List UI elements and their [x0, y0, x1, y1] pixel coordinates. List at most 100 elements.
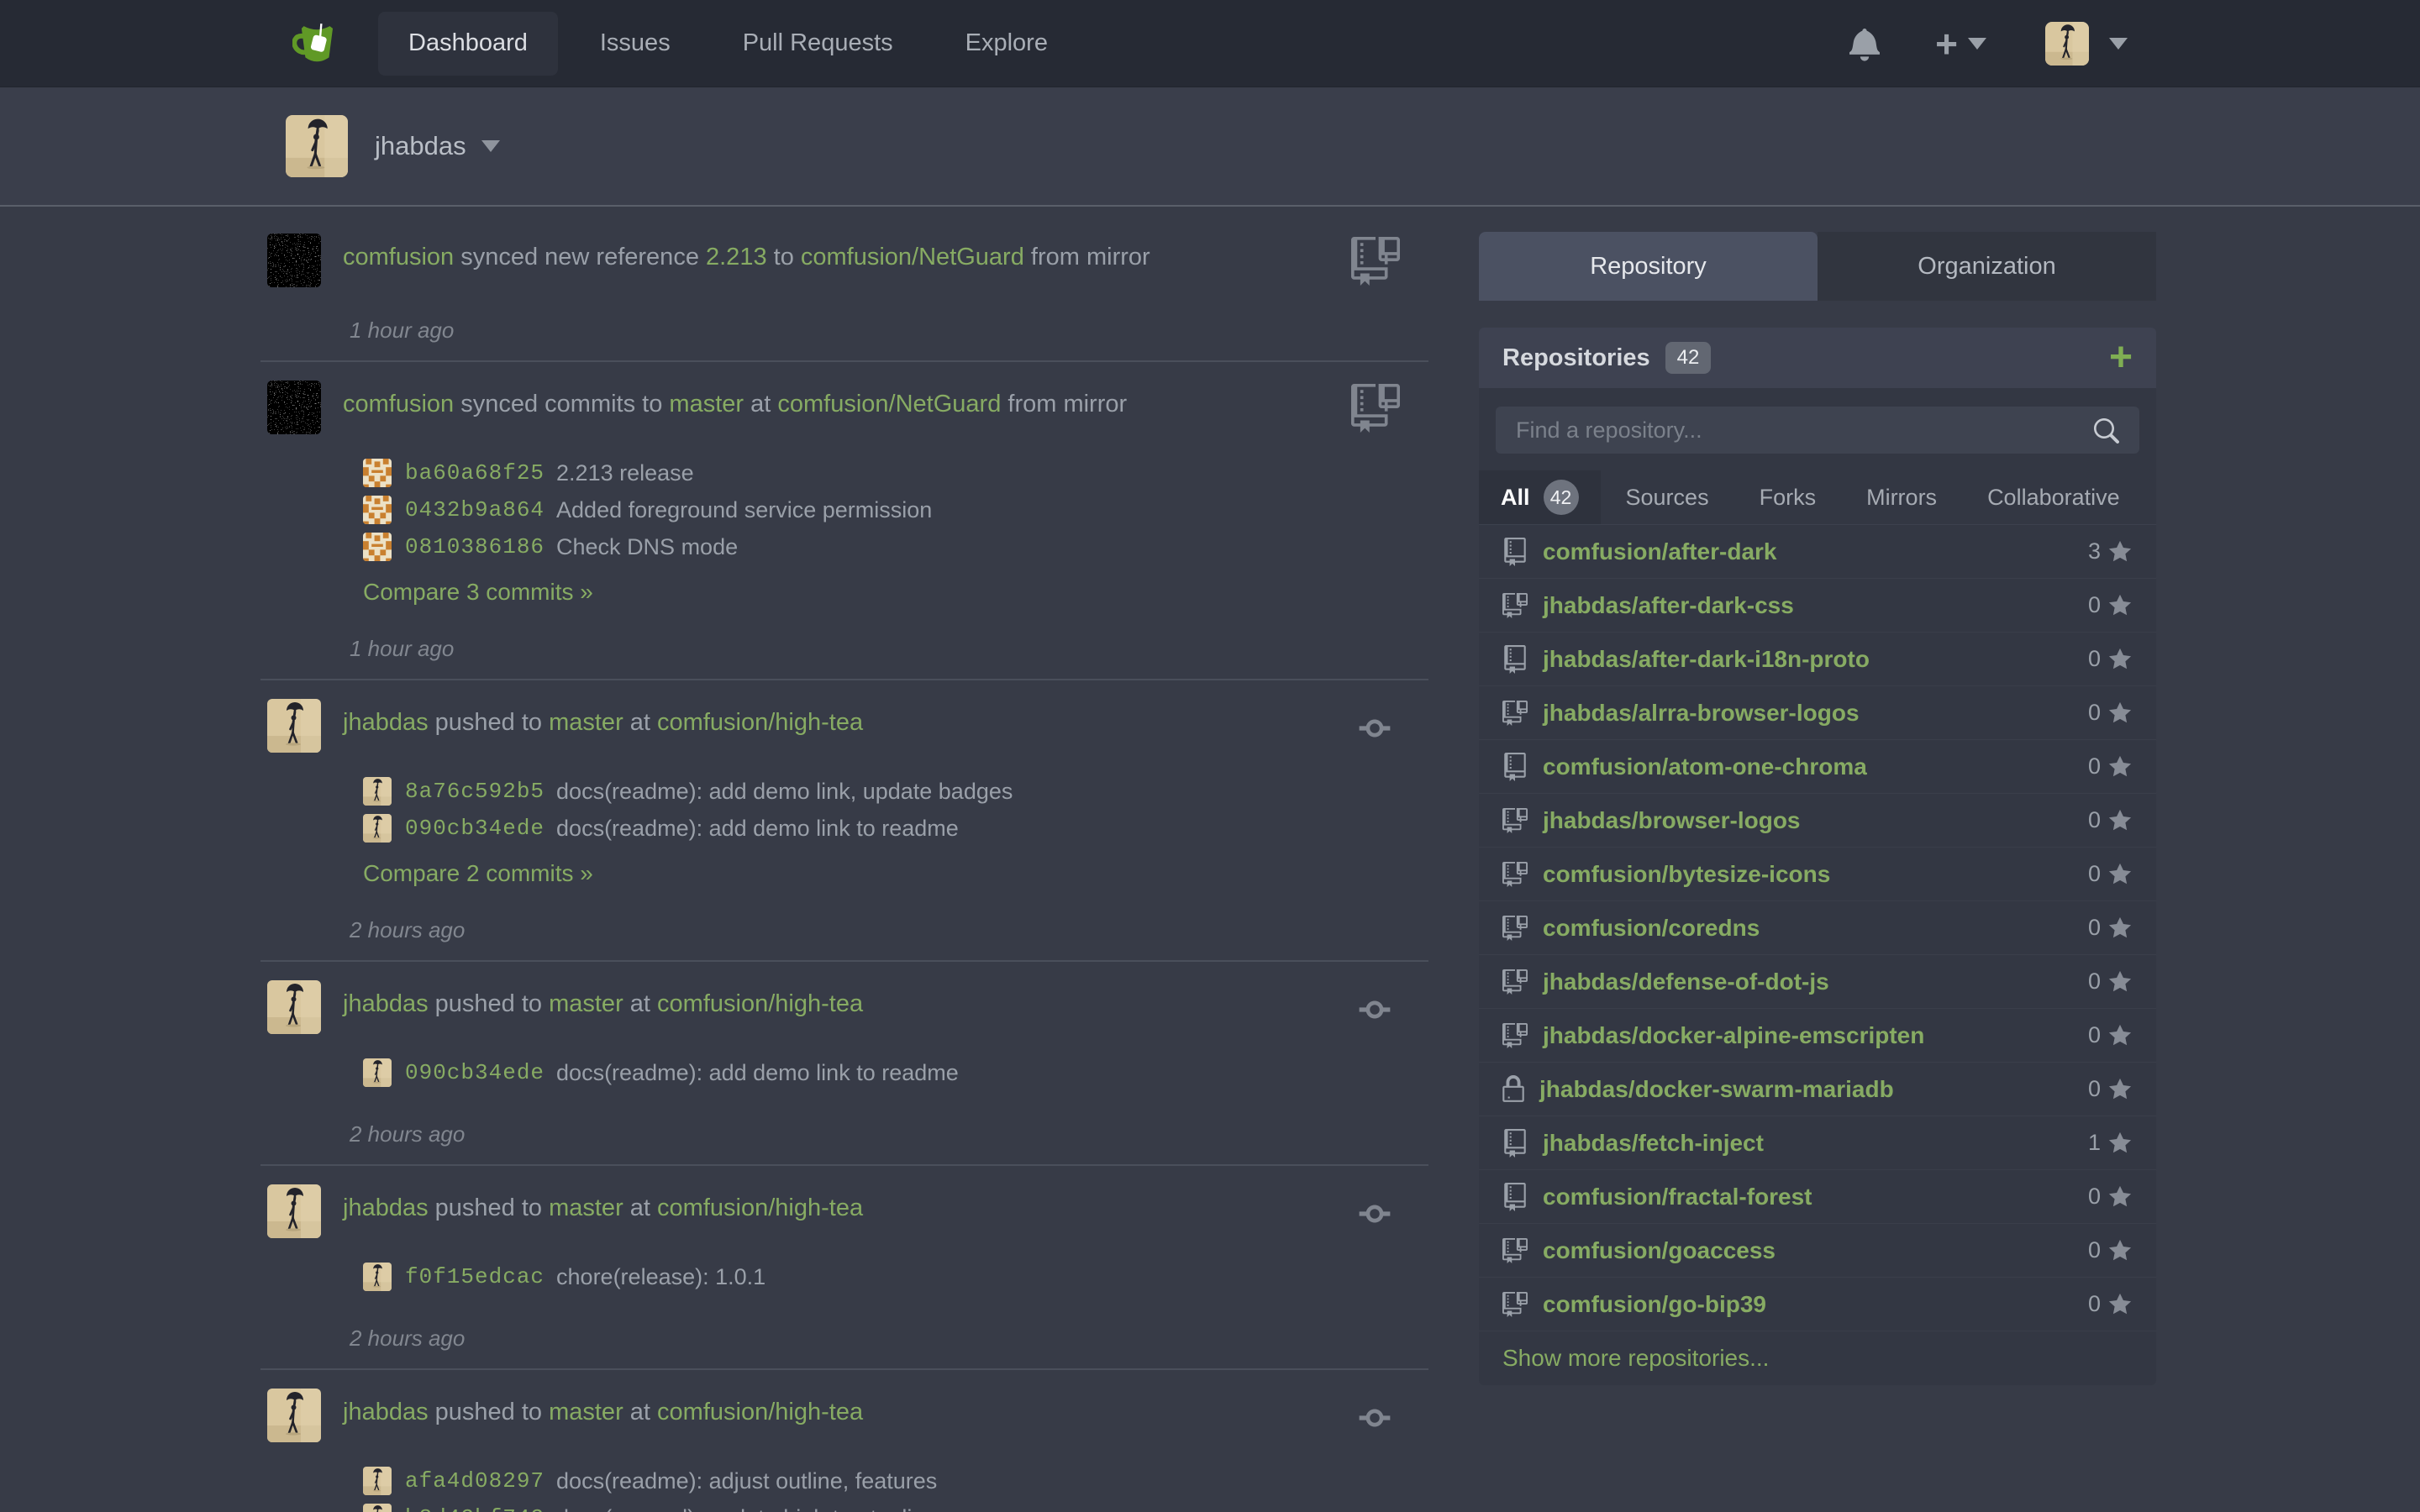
- notifications-bell-icon[interactable]: [1849, 26, 1880, 61]
- repo-name-link[interactable]: jhabdas/fetch-inject: [1543, 1130, 1764, 1157]
- commit-list: 090cb34ede docs(readme): add demo link t…: [363, 1054, 1428, 1091]
- page-content: comfusion synced new reference 2.213 to …: [0, 207, 2420, 1512]
- repo-stars: 0: [2088, 700, 2133, 726]
- gitea-logo-icon[interactable]: [292, 19, 341, 68]
- feed-link[interactable]: comfusion: [343, 391, 454, 417]
- user-menu-chevron-icon[interactable]: [2109, 38, 2128, 50]
- feed-link[interactable]: jhabdas: [343, 709, 429, 736]
- feed-link[interactable]: master: [549, 990, 623, 1017]
- filter-all[interactable]: All 42: [1479, 470, 1601, 524]
- repo-clone-icon: [1502, 591, 1528, 620]
- repo-name-link[interactable]: comfusion/go-bip39: [1543, 1291, 1766, 1318]
- feed-link[interactable]: jhabdas: [343, 1399, 429, 1425]
- committer-avatar: [363, 777, 392, 806]
- feed-type-icon: [1351, 235, 1400, 287]
- actor-avatar[interactable]: [267, 1184, 321, 1238]
- feed-link[interactable]: jhabdas: [343, 990, 429, 1017]
- repo-icon: [1502, 1129, 1528, 1158]
- repo-name-link[interactable]: jhabdas/browser-logos: [1543, 807, 1801, 834]
- repo-name-link[interactable]: comfusion/goaccess: [1543, 1237, 1776, 1264]
- feed-type-icon: [1351, 382, 1400, 434]
- repo-clone-icon: [1502, 806, 1528, 835]
- repo-name-link[interactable]: comfusion/coredns: [1543, 915, 1760, 942]
- actor-avatar[interactable]: [267, 980, 321, 1034]
- filter-mirrors[interactable]: Mirrors: [1841, 470, 1962, 524]
- commit-row: b8d42bf742 docs(general): update high te…: [363, 1499, 1428, 1512]
- filter-label: All: [1501, 485, 1530, 511]
- feed-link[interactable]: master: [549, 709, 623, 736]
- commit-sha-link[interactable]: 090cb34ede: [405, 1060, 544, 1085]
- feed-text: from mirror: [1001, 391, 1127, 417]
- tab-organization[interactable]: Organization: [1818, 232, 2156, 301]
- repositories-title: Repositories: [1502, 344, 1650, 372]
- repo-name-link[interactable]: jhabdas/after-dark-i18n-proto: [1543, 646, 1870, 673]
- repo-name-link[interactable]: jhabdas/alrra-browser-logos: [1543, 700, 1860, 727]
- filter-sources[interactable]: Sources: [1601, 470, 1734, 524]
- feed-link[interactable]: master: [549, 1194, 623, 1221]
- repositories-panel: Repositories 42 + All 42 Sources Forks M…: [1479, 328, 2156, 1385]
- feed-link[interactable]: comfusion/high-tea: [657, 1399, 863, 1425]
- actor-avatar[interactable]: [267, 381, 321, 434]
- commit-sha-link[interactable]: 0432b9a864: [405, 497, 544, 522]
- compare-commits-link[interactable]: Compare 2 commits »: [363, 860, 1428, 887]
- compare-commits-link[interactable]: Compare 3 commits »: [363, 579, 1428, 606]
- feed-link[interactable]: comfusion/NetGuard: [777, 391, 1001, 417]
- repo-name-link[interactable]: jhabdas/docker-swarm-mariadb: [1539, 1076, 1894, 1103]
- commit-sha-link[interactable]: b8d42bf742: [405, 1505, 544, 1512]
- commit-sha-link[interactable]: 8a76c592b5: [405, 779, 544, 804]
- commit-row: f0f15edcac chore(release): 1.0.1: [363, 1258, 1428, 1295]
- filter-collaborative[interactable]: Collaborative: [1962, 470, 2145, 524]
- repository-search-input[interactable]: [1496, 407, 2139, 454]
- show-more-repositories-link[interactable]: Show more repositories...: [1479, 1331, 2156, 1385]
- commit-message: chore(release): 1.0.1: [556, 1264, 765, 1290]
- commit-sha-link[interactable]: ba60a68f25: [405, 460, 544, 486]
- feed-link[interactable]: comfusion/high-tea: [657, 709, 863, 736]
- tab-repository[interactable]: Repository: [1479, 232, 1818, 301]
- feed-link[interactable]: comfusion/NetGuard: [801, 244, 1024, 270]
- add-repository-button[interactable]: +: [2109, 342, 2133, 374]
- repo-name-link[interactable]: comfusion/after-dark: [1543, 538, 1777, 565]
- actor-avatar[interactable]: [267, 699, 321, 753]
- feed-link[interactable]: comfusion/high-tea: [657, 990, 863, 1017]
- committer-avatar: [363, 1467, 392, 1495]
- repo-name-link[interactable]: comfusion/bytesize-icons: [1543, 861, 1830, 888]
- feed-link[interactable]: jhabdas: [343, 1194, 429, 1221]
- actor-avatar[interactable]: [267, 1389, 321, 1442]
- nav-item-dashboard[interactable]: Dashboard: [378, 12, 558, 76]
- repo-name-link[interactable]: jhabdas/docker-alpine-emscripten: [1543, 1022, 1924, 1049]
- feed-text: synced commits to: [454, 391, 669, 417]
- nav-item-pull-requests[interactable]: Pull Requests: [713, 12, 923, 76]
- repo-star-count: 0: [2088, 1237, 2101, 1263]
- repo-row: comfusion/atom-one-chroma 0: [1479, 740, 2156, 794]
- repo-stars: 0: [2088, 1076, 2133, 1102]
- repo-name-link[interactable]: comfusion/fractal-forest: [1543, 1184, 1812, 1210]
- feed-link[interactable]: 2.213: [706, 244, 767, 270]
- nav-item-issues[interactable]: Issues: [570, 12, 701, 76]
- star-icon: [2107, 969, 2133, 995]
- commit-sha-link[interactable]: 0810386186: [405, 534, 544, 559]
- context-chevron-icon[interactable]: [481, 140, 500, 152]
- user-avatar[interactable]: [2045, 22, 2089, 66]
- repo-name-link[interactable]: jhabdas/after-dark-css: [1543, 592, 1794, 619]
- feed-text: at: [623, 709, 657, 736]
- repo-clone-icon: [1502, 860, 1528, 889]
- feed-link[interactable]: comfusion: [343, 244, 454, 270]
- actor-avatar[interactable]: [267, 234, 321, 287]
- commit-sha-link[interactable]: afa4d08297: [405, 1468, 544, 1494]
- feed-link[interactable]: comfusion/high-tea: [657, 1194, 863, 1221]
- repo-row: comfusion/go-bip39 0: [1479, 1278, 2156, 1331]
- feed-text: pushed to: [429, 1399, 550, 1425]
- star-icon: [2107, 1023, 2133, 1048]
- feed-link[interactable]: master: [669, 391, 744, 417]
- commit-sha-link[interactable]: f0f15edcac: [405, 1264, 544, 1289]
- nav-item-explore[interactable]: Explore: [935, 12, 1078, 76]
- filter-label: Sources: [1626, 485, 1709, 511]
- context-username[interactable]: jhabdas: [375, 131, 466, 161]
- commit-sha-link[interactable]: 090cb34ede: [405, 816, 544, 841]
- filter-forks[interactable]: Forks: [1734, 470, 1842, 524]
- create-new-menu[interactable]: +: [1935, 24, 1986, 63]
- repo-name-link[interactable]: comfusion/atom-one-chroma: [1543, 753, 1867, 780]
- search-icon[interactable]: [2092, 418, 2119, 445]
- feed-link[interactable]: master: [549, 1399, 623, 1425]
- repo-name-link[interactable]: jhabdas/defense-of-dot-js: [1543, 969, 1829, 995]
